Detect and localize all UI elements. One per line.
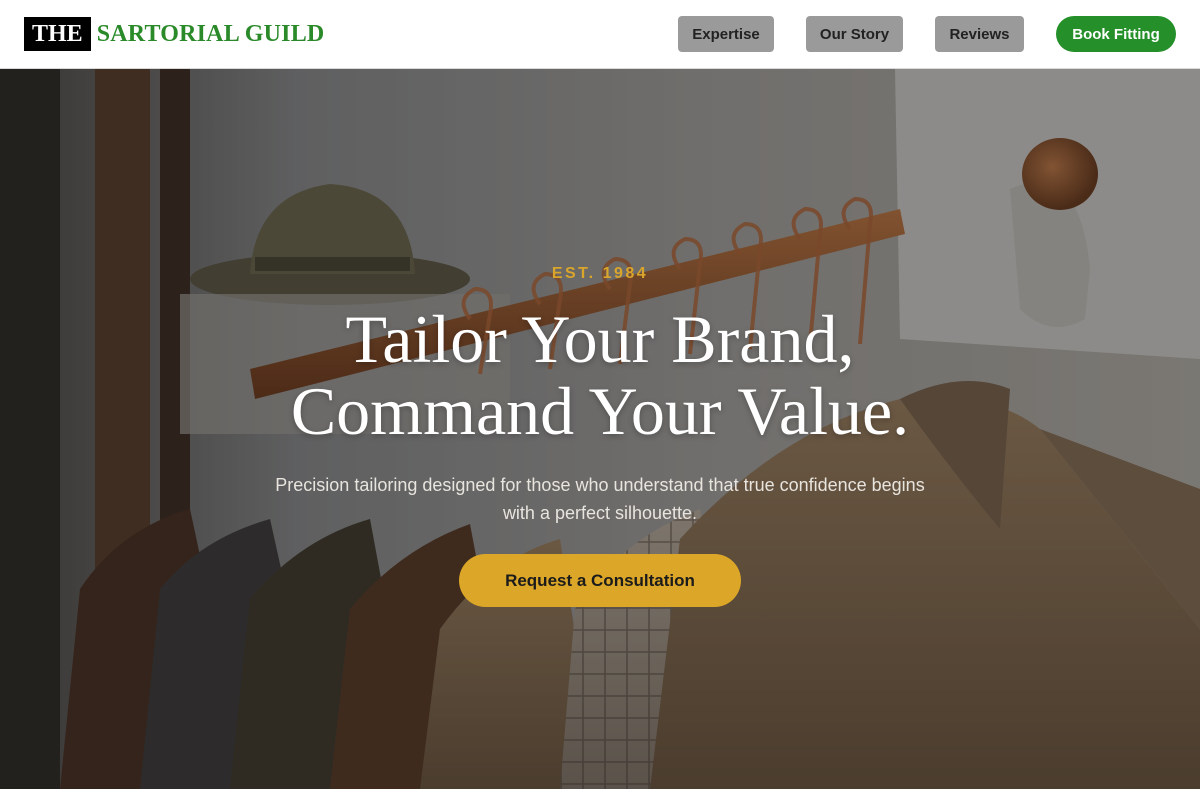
- hero-headline-line-2: Command Your Value.: [290, 373, 910, 449]
- request-consultation-button[interactable]: Request a Consultation: [459, 554, 741, 607]
- hero-subhead: Precision tailoring designed for those w…: [275, 475, 925, 523]
- nav-expertise-button[interactable]: Expertise: [678, 16, 774, 52]
- hero-section: EST. 1984 Tailor Your Brand, Command You…: [0, 69, 1200, 789]
- book-fitting-button[interactable]: Book Fitting: [1056, 16, 1176, 52]
- hero-headline: Tailor Your Brand, Command Your Value.: [0, 303, 1200, 447]
- page-bottom-strip: [0, 789, 1200, 800]
- main-nav: Expertise Our Story Reviews Book Fitting: [0, 16, 1200, 52]
- hero-content: EST. 1984 Tailor Your Brand, Command You…: [0, 69, 1200, 789]
- site-header: THE SARTORIAL GUILD Expertise Our Story …: [0, 0, 1200, 69]
- hero-eyebrow: EST. 1984: [551, 265, 649, 282]
- nav-our-story-button[interactable]: Our Story: [806, 16, 903, 52]
- hero-headline-line-1: Tailor Your Brand,: [345, 301, 855, 377]
- nav-reviews-button[interactable]: Reviews: [935, 16, 1024, 52]
